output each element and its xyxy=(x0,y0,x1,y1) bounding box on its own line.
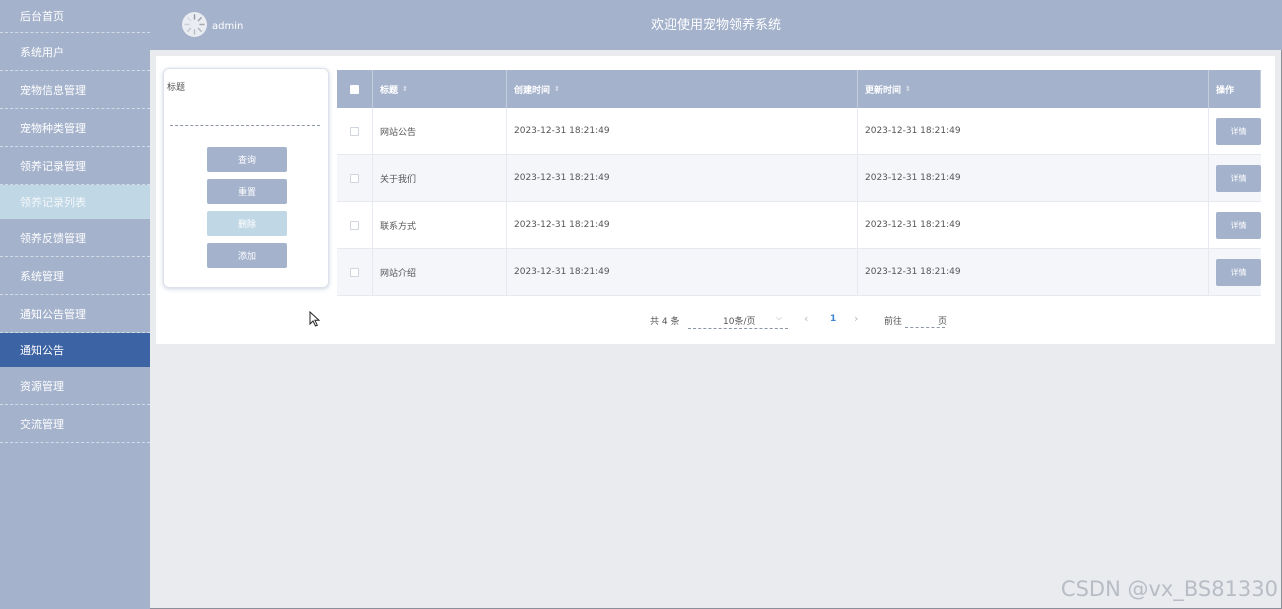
sidebar-item-label: 宠物信息管理 xyxy=(20,83,86,97)
sidebar-item-label: 系统管理 xyxy=(20,269,64,283)
row-checkbox[interactable] xyxy=(350,126,359,136)
select-all-checkbox[interactable] xyxy=(350,84,359,94)
chevron-down-icon: ⌵ xyxy=(776,313,783,322)
row-checkbox[interactable] xyxy=(350,267,359,277)
sidebar-item-label: 通知公告管理 xyxy=(20,307,86,321)
sidebar: 后台首页 系统用户 宠物信息管理 宠物种类管理 领养记录管理 领养记录列表 领养… xyxy=(0,0,150,609)
sidebar-item-label: 交流管理 xyxy=(20,417,64,431)
table-row: 网站公告 2023-12-31 18:21:49 2023-12-31 18:2… xyxy=(337,108,1261,155)
cell-created: 2023-12-31 18:21:49 xyxy=(507,155,858,201)
column-header-operation: 操作 xyxy=(1209,70,1261,108)
sidebar-item-label: 后台首页 xyxy=(20,10,64,23)
column-header-created[interactable]: 创建时间 ⇕ xyxy=(507,70,858,108)
notice-table: 标题 ⇕ 创建时间 ⇕ 更新时间 ⇕ 操作 网站公告 2023-12-31 18:21… xyxy=(337,70,1261,296)
table-header: 标题 ⇕ 创建时间 ⇕ 更新时间 ⇕ 操作 xyxy=(337,70,1261,108)
sort-icon[interactable]: ⇕ xyxy=(905,85,911,93)
cell-created: 2023-12-31 18:21:49 xyxy=(507,202,858,248)
cell-title: 网站介绍 xyxy=(373,249,507,295)
page-title: 欢迎使用宠物领养系统 xyxy=(650,18,781,33)
cell-created: 2023-12-31 18:21:49 xyxy=(507,108,858,154)
search-title-label: 标题 xyxy=(167,83,186,93)
search-title-input[interactable] xyxy=(170,102,320,126)
header: admin 欢迎使用宠物领养系统 xyxy=(150,0,1282,50)
add-button[interactable]: 添加 xyxy=(207,243,287,268)
column-header-title[interactable]: 标题 ⇕ xyxy=(373,70,507,108)
sidebar-item-pet-category[interactable]: 宠物种类管理 xyxy=(0,109,150,147)
sidebar-item-notice-management[interactable]: 通知公告管理 xyxy=(0,295,150,333)
row-checkbox[interactable] xyxy=(350,173,359,183)
row-checkbox[interactable] xyxy=(350,220,359,230)
sidebar-item-adoption-feedback[interactable]: 领养反馈管理 xyxy=(0,219,150,257)
cell-title: 联系方式 xyxy=(373,202,507,248)
cell-updated: 2023-12-31 18:21:49 xyxy=(858,202,1209,248)
sidebar-item-label: 系统用户 xyxy=(20,45,64,59)
table-row: 联系方式 2023-12-31 18:21:49 2023-12-31 18:2… xyxy=(337,202,1261,249)
cell-updated: 2023-12-31 18:21:49 xyxy=(858,108,1209,154)
sidebar-item-system-management[interactable]: 系统管理 xyxy=(0,257,150,295)
detail-button[interactable]: 详情 xyxy=(1216,211,1261,239)
sidebar-item-communication[interactable]: 交流管理 xyxy=(0,405,150,443)
sidebar-item-dashboard[interactable]: 后台首页 xyxy=(0,0,150,33)
main-content: 标题 查询 重置 删除 添加 标题 ⇕ 创建时间 ⇕ 更新时间 ⇕ 操作 网站公告 2… xyxy=(156,56,1275,344)
chevron-right-icon[interactable]: › xyxy=(854,312,858,325)
sidebar-item-adoption-list[interactable]: 领养记录列表 xyxy=(0,185,150,219)
goto-label: 前往 xyxy=(884,317,903,327)
sidebar-item-label: 领养记录列表 xyxy=(20,196,86,209)
column-header-updated[interactable]: 更新时间 ⇕ xyxy=(858,70,1209,108)
chevron-left-icon[interactable]: ‹ xyxy=(804,312,808,325)
cell-updated: 2023-12-31 18:21:49 xyxy=(858,249,1209,295)
detail-button[interactable]: 详情 xyxy=(1216,117,1261,145)
table-row: 网站介绍 2023-12-31 18:21:49 2023-12-31 18:2… xyxy=(337,249,1261,296)
sidebar-item-notice[interactable]: 通知公告 xyxy=(0,333,150,367)
page-number-current[interactable]: 1 xyxy=(830,314,836,324)
sidebar-item-label: 领养记录管理 xyxy=(20,159,86,173)
mouse-cursor-icon xyxy=(309,311,321,327)
cell-created: 2023-12-31 18:21:49 xyxy=(507,249,858,295)
search-panel: 标题 查询 重置 删除 添加 xyxy=(163,68,329,288)
sort-icon[interactable]: ⇕ xyxy=(554,85,560,93)
cell-title: 网站公告 xyxy=(373,108,507,154)
sidebar-item-label: 通知公告 xyxy=(20,344,64,357)
sidebar-item-label: 资源管理 xyxy=(20,379,64,393)
delete-button[interactable]: 删除 xyxy=(207,211,287,236)
page-unit-label: 页 xyxy=(938,317,948,327)
detail-button[interactable]: 详情 xyxy=(1216,258,1261,286)
sidebar-item-system-users[interactable]: 系统用户 xyxy=(0,33,150,71)
sidebar-item-resources[interactable]: 资源管理 xyxy=(0,367,150,405)
table-row: 关于我们 2023-12-31 18:21:49 2023-12-31 18:2… xyxy=(337,155,1261,202)
pagination-total: 共 4 条 xyxy=(650,317,680,327)
sidebar-item-adoption-records[interactable]: 领养记录管理 xyxy=(0,147,150,185)
cell-updated: 2023-12-31 18:21:49 xyxy=(858,155,1209,201)
sort-icon[interactable]: ⇕ xyxy=(402,85,408,93)
detail-button[interactable]: 详情 xyxy=(1216,164,1261,192)
sidebar-item-pet-info[interactable]: 宠物信息管理 xyxy=(0,71,150,109)
reset-button[interactable]: 重置 xyxy=(207,179,287,204)
query-button[interactable]: 查询 xyxy=(207,147,287,172)
sidebar-item-label: 领养反馈管理 xyxy=(20,231,86,245)
page-size-select[interactable]: 10条/页 ⌵ xyxy=(688,312,788,329)
sidebar-item-label: 宠物种类管理 xyxy=(20,121,86,135)
cell-title: 关于我们 xyxy=(373,155,507,201)
watermark: CSDN @vx_BS81330 xyxy=(1060,577,1278,601)
